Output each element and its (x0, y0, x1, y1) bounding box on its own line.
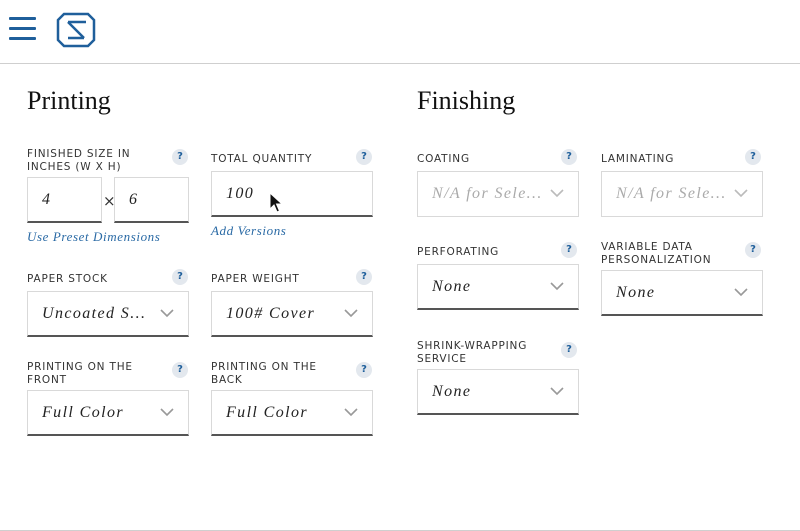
laminating-select: N/A for Sele... (601, 171, 763, 217)
total-quantity-label: TOTAL QUANTITY (211, 153, 313, 165)
variable-data-select[interactable]: None (601, 270, 763, 316)
printing-back-help-icon[interactable]: ? (356, 362, 372, 378)
height-value: 6 (129, 191, 139, 208)
paper-weight-value: 100# Cover (226, 305, 316, 322)
variable-data-value: None (616, 284, 656, 301)
top-header (0, 0, 800, 64)
add-versions-link[interactable]: Add Versions (211, 223, 286, 239)
width-input[interactable]: 4 (27, 177, 102, 223)
shrink-wrapping-select[interactable]: None (417, 369, 579, 415)
printing-title: Printing (27, 86, 111, 115)
printing-back-value: Full Color (226, 404, 309, 421)
chevron-down-icon (734, 288, 748, 297)
variable-data-help-icon[interactable]: ? (745, 242, 761, 258)
perforating-help-icon[interactable]: ? (561, 242, 577, 258)
chevron-down-icon (550, 189, 564, 198)
shrink-wrapping-label: SHRINK-WRAPPING SERVICE (417, 340, 528, 365)
paper-stock-value: Uncoated S... (42, 305, 147, 322)
perforating-select[interactable]: None (417, 264, 579, 310)
height-input[interactable]: 6 (114, 177, 189, 223)
shrink-wrapping-value: None (432, 383, 472, 400)
finished-size-label: FINISHED SIZE IN INCHES (W X H) (27, 148, 131, 173)
finishing-title: Finishing (417, 86, 516, 115)
perforating-value: None (432, 278, 472, 295)
paper-weight-select[interactable]: 100# Cover (211, 291, 373, 337)
chevron-down-icon (550, 282, 564, 291)
shrink-wrapping-help-icon[interactable]: ? (561, 342, 577, 358)
coating-help-icon[interactable]: ? (561, 149, 577, 165)
laminating-value: N/A for Sele... (616, 185, 726, 202)
coating-value: N/A for Sele... (432, 185, 542, 202)
laminating-help-icon[interactable]: ? (745, 149, 761, 165)
chevron-down-icon (344, 408, 358, 417)
variable-data-label: VARIABLE DATA PERSONALIZATION (601, 241, 712, 266)
printing-back-label: PRINTING ON THE BACK (211, 361, 317, 386)
total-quantity-value: 100 (226, 185, 255, 202)
printing-front-label: PRINTING ON THE FRONT (27, 361, 133, 386)
laminating-label: LAMINATING (601, 153, 675, 165)
paper-stock-help-icon[interactable]: ? (172, 269, 188, 285)
width-value: 4 (42, 191, 52, 208)
perforating-label: PERFORATING (417, 246, 500, 258)
finished-size-help-icon[interactable]: ? (172, 149, 188, 165)
paper-weight-label: PAPER WEIGHT (211, 273, 300, 285)
coating-select: N/A for Sele... (417, 171, 579, 217)
paper-stock-select[interactable]: Uncoated S... (27, 291, 189, 337)
printing-back-select[interactable]: Full Color (211, 390, 373, 436)
total-quantity-input[interactable]: 100 (211, 171, 373, 217)
s-logo-icon[interactable] (56, 12, 96, 48)
chevron-down-icon (160, 408, 174, 417)
printing-front-value: Full Color (42, 404, 125, 421)
printing-front-help-icon[interactable]: ? (172, 362, 188, 378)
menu-icon[interactable] (9, 17, 36, 41)
total-quantity-help-icon[interactable]: ? (356, 149, 372, 165)
chevron-down-icon (734, 189, 748, 198)
coating-label: COATING (417, 153, 470, 165)
printing-front-select[interactable]: Full Color (27, 390, 189, 436)
chevron-down-icon (550, 387, 564, 396)
paper-stock-label: PAPER STOCK (27, 273, 108, 285)
chevron-down-icon (160, 309, 174, 318)
mouse-cursor-icon (269, 192, 283, 213)
use-preset-dimensions-link[interactable]: Use Preset Dimensions (27, 229, 160, 245)
chevron-down-icon (344, 309, 358, 318)
paper-weight-help-icon[interactable]: ? (356, 269, 372, 285)
